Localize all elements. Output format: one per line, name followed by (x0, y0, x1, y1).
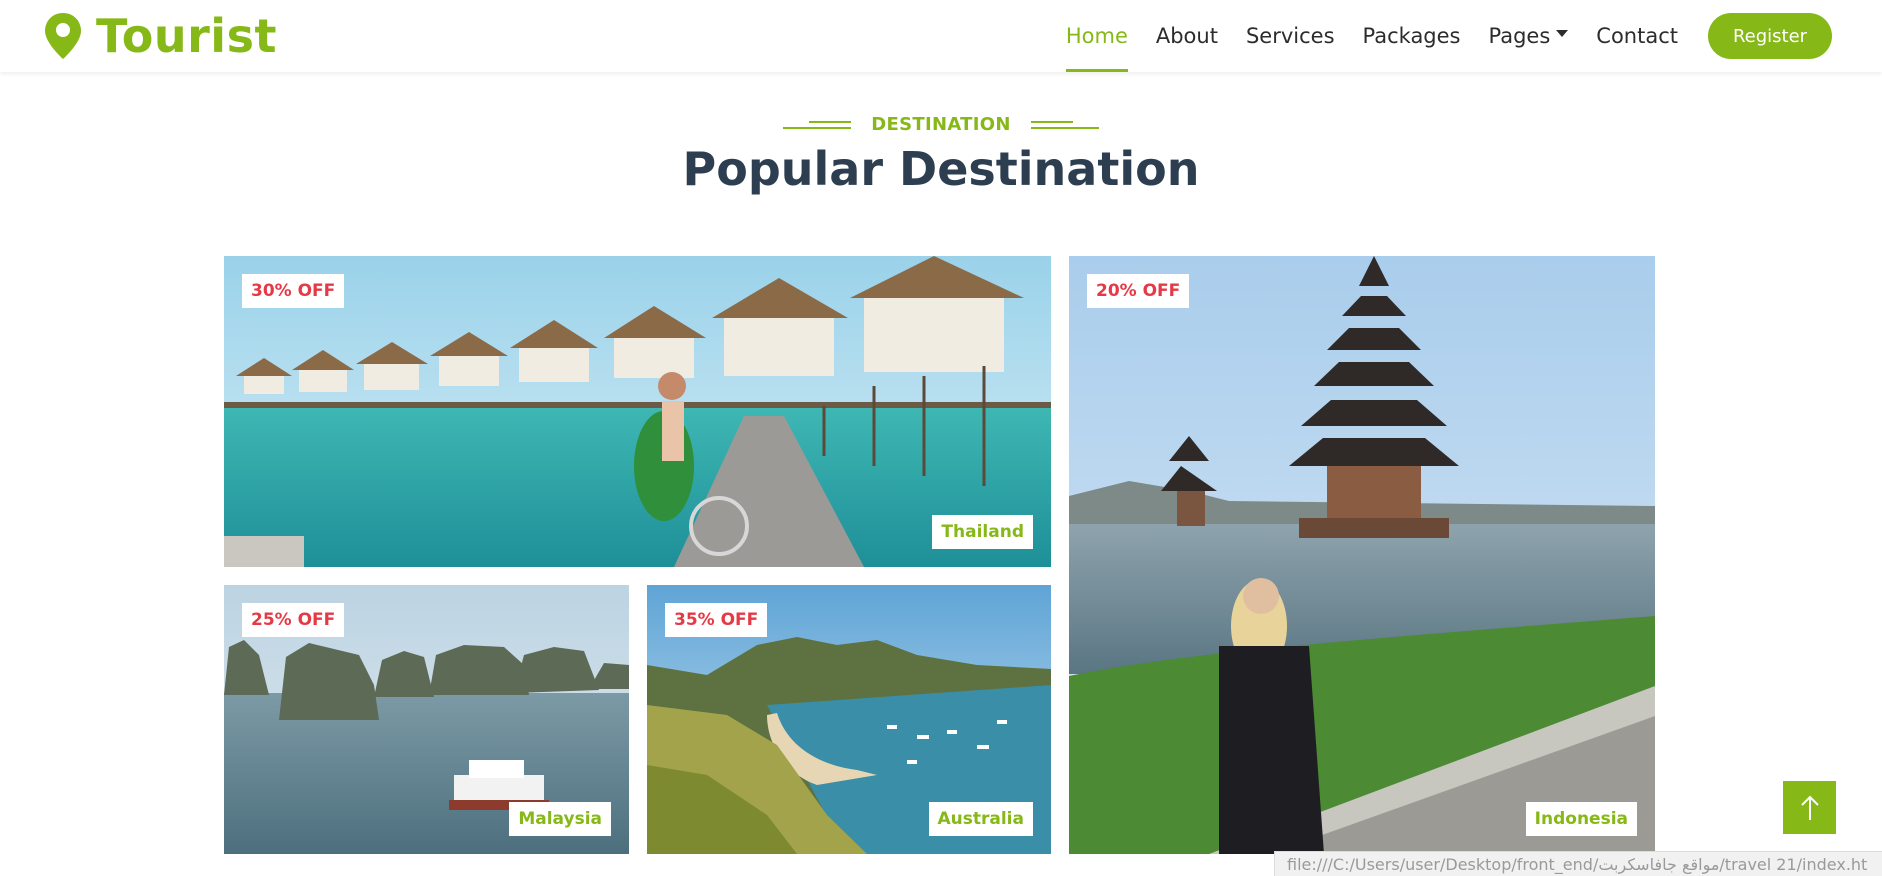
destination-name: Indonesia (1525, 802, 1637, 836)
discount-badge: 25% OFF (242, 603, 345, 637)
destination-photo (1069, 256, 1655, 854)
nav-menu: Home About Services Packages Pages Conta… (1065, 0, 1832, 72)
decorative-lines-left (783, 119, 852, 131)
nav-about[interactable]: About (1156, 0, 1218, 72)
nav-pages-label: Pages (1488, 24, 1551, 48)
nav-pages-dropdown[interactable]: Pages (1489, 0, 1569, 72)
discount-badge: 20% OFF (1087, 274, 1190, 308)
map-marker-icon (45, 13, 81, 59)
arrow-up-icon (1800, 795, 1819, 820)
destination-card-thailand[interactable]: 30% OFF Thailand (224, 256, 1051, 567)
back-to-top-button[interactable] (1783, 781, 1836, 834)
discount-badge: 30% OFF (242, 274, 345, 308)
decorative-lines-right (1030, 119, 1099, 131)
section-subtitle: DESTINATION (871, 114, 1011, 135)
register-button[interactable]: Register (1708, 13, 1832, 59)
destination-card-malaysia[interactable]: 25% OFF Malaysia (224, 585, 629, 854)
brand-name: Tourist (96, 9, 277, 63)
destination-name: Malaysia (509, 802, 611, 836)
section-subtitle-row: DESTINATION (0, 114, 1882, 136)
status-bar-url: file:///C:/Users/user/Desktop/front_end/… (1274, 851, 1882, 876)
nav-packages[interactable]: Packages (1363, 0, 1461, 72)
discount-badge: 35% OFF (665, 603, 768, 637)
destination-card-australia[interactable]: 35% OFF Australia (647, 585, 1051, 854)
destination-name: Thailand (932, 515, 1033, 549)
navbar: Tourist Home About Services Packages Pag… (0, 0, 1882, 72)
destination-photo (224, 256, 1051, 567)
nav-services[interactable]: Services (1246, 0, 1335, 72)
destination-card-indonesia[interactable]: 20% OFF Indonesia (1069, 256, 1655, 854)
nav-contact[interactable]: Contact (1596, 0, 1678, 72)
caret-down-icon (1556, 29, 1569, 37)
section-title: Popular Destination (682, 142, 1200, 196)
nav-home[interactable]: Home (1065, 0, 1128, 72)
brand-logo[interactable]: Tourist (44, 6, 277, 66)
destination-name: Australia (928, 802, 1033, 836)
